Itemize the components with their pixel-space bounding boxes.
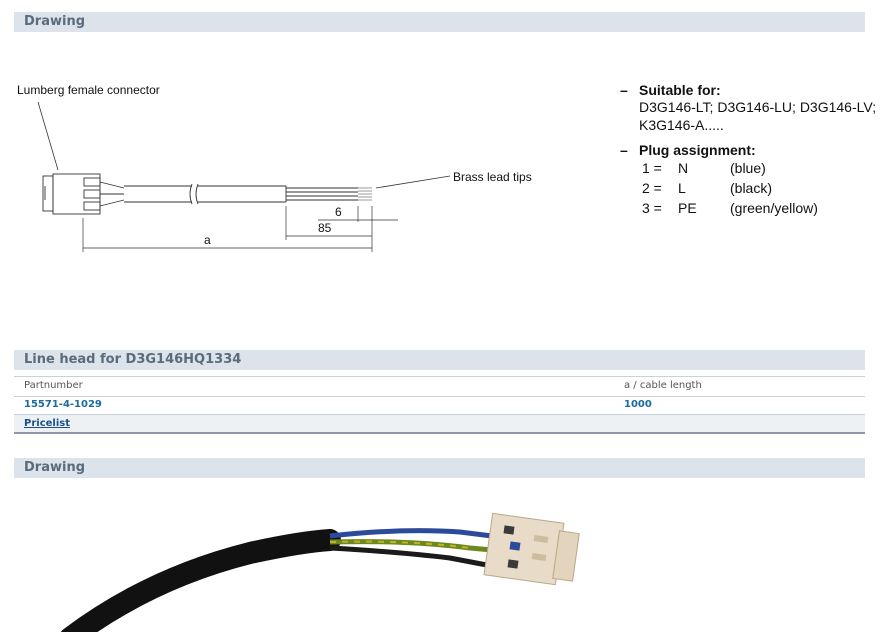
- connector-label: Lumberg female connector: [17, 83, 160, 97]
- suitable-heading: – Suitable for:: [620, 82, 721, 98]
- brass-tips-label: Brass lead tips: [453, 170, 532, 184]
- dimension-6: 6: [335, 205, 342, 219]
- assignment-row: 1 = N (blue): [642, 160, 766, 176]
- tips-leader-line: [375, 175, 451, 189]
- cable-shape: [124, 183, 372, 205]
- col-header-cable-length: a / cable length: [624, 380, 702, 391]
- pricelist-link[interactable]: Pricelist: [24, 415, 70, 432]
- col-header-partnumber: Partnumber: [24, 380, 83, 391]
- table-row: 15571-4-1029 1000: [14, 396, 865, 415]
- table-footer: Pricelist: [14, 415, 865, 434]
- suitable-line-2: K3G146-A.....: [639, 117, 724, 133]
- plug-heading: – Plug assignment:: [620, 142, 756, 158]
- section-header-drawing-2: Drawing: [14, 458, 865, 478]
- cable-drawing: Lumberg female connector Brass lead tips…: [17, 83, 532, 252]
- table-header: Partnumber a / cable length: [14, 376, 865, 397]
- assignment-row: 2 = L (black): [642, 180, 773, 196]
- cable-length-value: 1000: [624, 399, 652, 410]
- suitable-line-1: D3G146-LT; D3G146-LU; D3G146-LV;: [639, 99, 877, 115]
- assignment-row: 3 = PE (green/yellow): [642, 200, 818, 216]
- dimension-lines: [82, 206, 398, 252]
- connector-leader-line: [37, 101, 59, 171]
- section-header-drawing: Drawing: [14, 12, 865, 32]
- dimension-85: 85: [318, 221, 332, 235]
- partnumber-value: 15571-4-1029: [24, 399, 102, 410]
- specs-block: – Suitable for: D3G146-LT; D3G146-LU; D3G…: [620, 82, 876, 218]
- wire-black: [329, 545, 493, 569]
- cable-sheath: [60, 529, 341, 632]
- connector-plug: [483, 512, 580, 586]
- dimension-a: a: [204, 233, 211, 247]
- cable-photo: [60, 512, 580, 632]
- section-header-line-head: Line head for D3G146HQ1334: [14, 350, 865, 370]
- wire-blue: [329, 528, 493, 539]
- connector-shape: [42, 173, 125, 215]
